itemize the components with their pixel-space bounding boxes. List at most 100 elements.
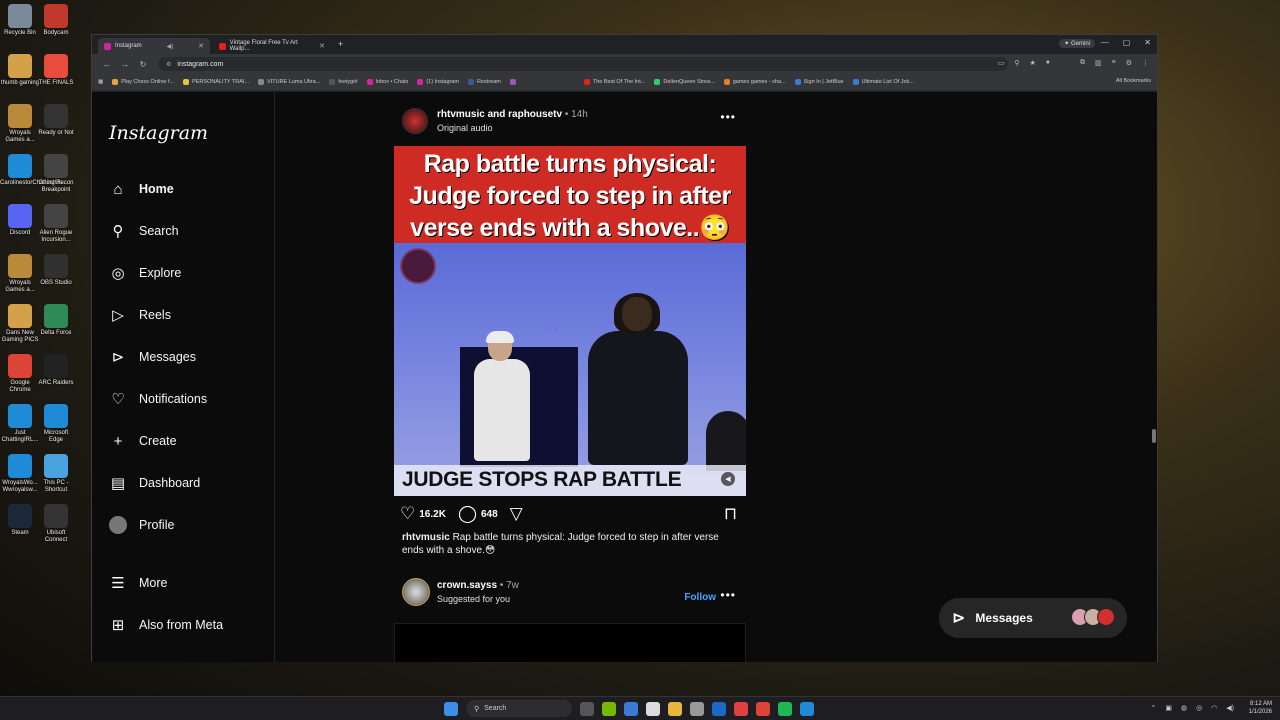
clock[interactable]: 8:12 AM 1/1/2026 — [1249, 700, 1272, 716]
desktop-icon[interactable]: OBS Studio — [36, 254, 76, 287]
desktop-icon[interactable]: Ubisoft Connect — [36, 504, 76, 544]
settings-icon[interactable] — [690, 701, 704, 716]
mute-icon[interactable]: ◀ — [721, 472, 735, 486]
copilot-icon[interactable] — [624, 701, 638, 716]
nav-item-more[interactable]: ☰ More — [109, 574, 167, 592]
desktop-icon[interactable]: Recycle Bin — [0, 4, 40, 37]
sidepanel-icon[interactable]: ▥ — [1095, 59, 1102, 67]
tray-app-icon[interactable]: ◎ — [1196, 704, 1202, 712]
new-tab-button[interactable]: + — [338, 39, 343, 49]
bookmark-item[interactable]: VITURE Luma Ultra... — [258, 79, 320, 85]
more-options-icon[interactable]: ••• — [720, 588, 736, 602]
like-icon[interactable]: ♡ — [400, 504, 415, 524]
puzzle-icon[interactable]: ⚙ — [1126, 59, 1132, 67]
kebab-menu-icon[interactable]: ⋮ — [1142, 59, 1149, 67]
start-icon[interactable] — [444, 701, 458, 716]
close-tab-icon[interactable]: ✕ — [319, 42, 325, 50]
close-tab-icon[interactable]: ✕ — [198, 42, 204, 50]
instagram-logo[interactable]: Instagram — [109, 122, 208, 144]
desktop-icon[interactable]: Bodycam — [36, 4, 76, 37]
nav-item-dashboard[interactable]: ▤ Dashboard — [109, 474, 200, 492]
comment-icon[interactable]: ◯ — [458, 504, 477, 524]
tab-wallpaper[interactable]: Vintage Floral Free Tv Art Wallp... ✕ — [213, 38, 331, 54]
nav-item-reels[interactable]: ▷ Reels — [109, 306, 171, 324]
maximize-icon[interactable]: ▢ — [1123, 38, 1131, 47]
save-icon[interactable]: ⊓ — [724, 504, 737, 524]
desktop-icon[interactable]: This PC - Shortcut — [36, 454, 76, 494]
nav-item-home[interactable]: ⌂ Home — [109, 180, 173, 198]
desktop-icon[interactable]: ARC Raiders — [36, 354, 76, 387]
nav-item-notifications[interactable]: ♡ Notifications — [109, 390, 207, 408]
chrome-icon[interactable] — [756, 701, 770, 716]
nvidia-icon[interactable] — [602, 701, 616, 716]
bookmark-item[interactable] — [509, 79, 519, 85]
chevron-up-icon[interactable]: ⌃ — [1150, 704, 1156, 712]
share-icon[interactable]: ▽ — [510, 504, 523, 524]
post-video[interactable]: Rap battle turns physical: Judge forced … — [394, 146, 746, 496]
tray-app-icon[interactable]: ▣ — [1165, 704, 1172, 712]
desktop-icon[interactable]: THE FINALS — [36, 54, 76, 87]
bookmark-item[interactable]: Play Chess Online f... — [112, 79, 174, 85]
bookmark-item[interactable]: games games - sha... — [723, 79, 786, 85]
task-view-icon[interactable] — [580, 701, 594, 716]
notepad-icon[interactable] — [646, 701, 660, 716]
bookmark-item[interactable]: Ultimate List Of Jok... — [852, 79, 914, 85]
star-icon[interactable]: ★ — [1029, 59, 1035, 67]
desktop-icon[interactable]: Just ChattingIRL... — [0, 404, 40, 444]
file-explorer-icon[interactable] — [668, 701, 682, 716]
suggested-author[interactable]: crown.sayss • 7w — [437, 580, 519, 591]
extensions-icon[interactable]: ⧉ — [1080, 59, 1085, 67]
desktop-icon[interactable]: Discord — [0, 204, 40, 237]
scrollbar[interactable] — [1151, 92, 1156, 662]
close-window-icon[interactable]: ✕ — [1144, 38, 1151, 47]
site-info-icon[interactable]: ⚙ — [166, 61, 171, 68]
reload-icon[interactable]: ↻ — [134, 60, 152, 69]
spotify-icon[interactable] — [778, 701, 792, 716]
desktop-icon[interactable]: thumb gaming — [0, 54, 40, 87]
desktop-icon[interactable]: Steam — [0, 504, 40, 537]
minimize-icon[interactable]: — — [1101, 38, 1109, 47]
post-author-names[interactable]: rhtvmusic and raphousetv • 14h — [437, 109, 588, 120]
suggested-username[interactable]: crown.sayss — [437, 580, 497, 591]
desktop-icon[interactable]: Alien Rogue Incursion... — [36, 204, 76, 244]
steam-icon[interactable] — [712, 701, 726, 716]
bookmark-item[interactable]: DellenQueen Strea... — [654, 79, 715, 85]
desktop-icon[interactable]: CarolinestorChattingUs... — [0, 154, 67, 187]
desktop-icon[interactable]: Wroyals Games a... — [0, 104, 40, 144]
messages-pill[interactable]: ⊳ Messages — [939, 598, 1127, 638]
profile-icon[interactable]: ● — [1046, 59, 1050, 67]
desktop-icon[interactable]: Wroyals Games a... — [0, 254, 40, 294]
bookmark-item[interactable]: Inbox • Chats — [366, 79, 408, 85]
follow-button[interactable]: Follow — [684, 592, 716, 603]
bookmark-item[interactable]: The Best Of The Int... — [583, 79, 645, 85]
wifi-icon[interactable]: ◠ — [1211, 704, 1217, 712]
like-count[interactable]: 16.2K — [419, 509, 446, 520]
scrollbar-thumb[interactable] — [1152, 429, 1156, 443]
nav-item-profile[interactable]: ● Profile — [109, 516, 174, 534]
edge-icon[interactable] — [800, 701, 814, 716]
desktop-icon[interactable]: Ghost Recon Breakpoint — [36, 154, 76, 194]
tune-icon[interactable]: ≡ — [1112, 59, 1116, 67]
back-icon[interactable]: ← — [98, 60, 116, 69]
all-bookmarks-button[interactable]: All Bookmarks — [1116, 78, 1151, 84]
zoom-icon[interactable]: ⚲ — [1014, 59, 1019, 67]
forward-icon[interactable]: → — [116, 60, 134, 69]
suggested-author-avatar[interactable] — [402, 578, 430, 606]
app-icon[interactable] — [734, 701, 748, 716]
bookmark-item[interactable]: feetygirl — [329, 79, 358, 85]
tray-app-icon[interactable]: ◍ — [1181, 704, 1187, 712]
post-author-avatar[interactable] — [402, 108, 428, 134]
bookmark-item[interactable]: PERSONALITY TRAI... — [183, 79, 249, 85]
suggested-post-media[interactable] — [394, 623, 746, 662]
comment-count[interactable]: 648 — [481, 509, 498, 520]
post-audio[interactable]: Original audio — [437, 123, 493, 133]
speaker-icon[interactable]: ◀) — [167, 43, 174, 50]
nav-item-search[interactable]: ⚲ Search — [109, 222, 179, 240]
gemini-button[interactable]: ✦ Gemini — [1059, 39, 1095, 48]
taskbar-search[interactable]: ⚲ Search — [466, 700, 572, 717]
bookmark-item[interactable]: (1) Instagram — [417, 79, 459, 85]
nav-item-explore[interactable]: ◎ Explore — [109, 264, 181, 282]
bookmark-item[interactable]: Sign In | JetBlue — [794, 79, 844, 85]
apps-icon[interactable]: ▦ — [98, 79, 103, 85]
caption-username[interactable]: rhtvmusic — [402, 532, 450, 543]
